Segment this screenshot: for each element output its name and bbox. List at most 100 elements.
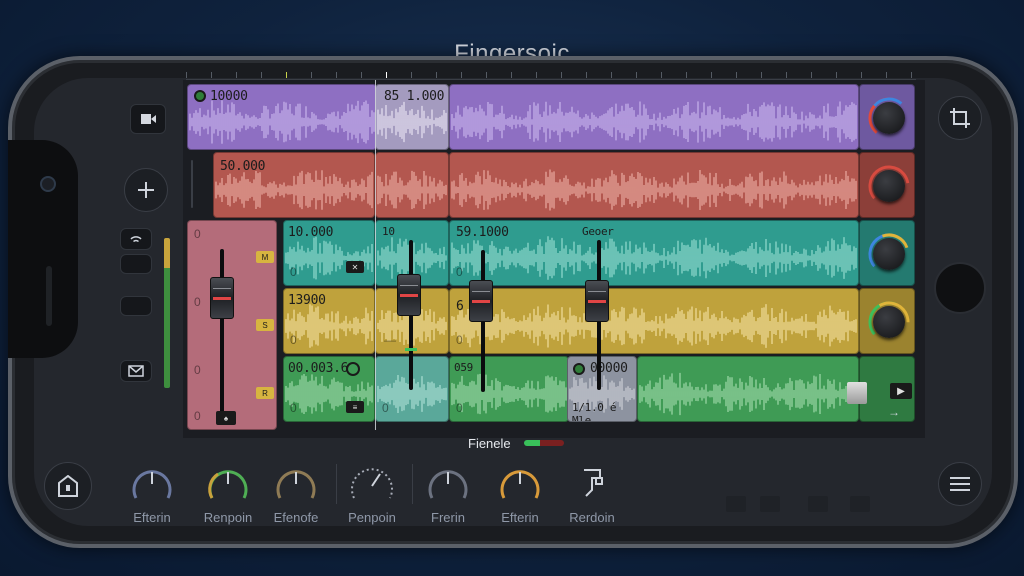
audio-clip[interactable]: 10000: [187, 84, 377, 150]
effect-dial-4[interactable]: Penpoin: [342, 462, 402, 532]
audio-clip[interactable]: 10.000 0 ✕: [283, 220, 375, 286]
status-meter: [524, 440, 564, 446]
fader-3[interactable]: [585, 280, 609, 322]
home-button[interactable]: [44, 462, 92, 510]
film-icon: [141, 114, 156, 124]
clip-label: 00000: [590, 361, 628, 376]
solo-icon[interactable]: S: [256, 319, 274, 331]
clip-zero: 0: [290, 401, 297, 415]
ruler-tick: [711, 72, 712, 78]
track-2-handle[interactable]: [191, 160, 193, 208]
dial-label: Efenofe: [273, 510, 319, 525]
audio-clip[interactable]: 50.000: [213, 152, 375, 218]
dial-label: Penpoin: [348, 510, 396, 525]
fader-1[interactable]: [397, 274, 421, 316]
effect-dial-6[interactable]: Efterin: [490, 462, 550, 532]
loop-icon[interactable]: [346, 362, 360, 376]
clip-zero: 0: [290, 333, 297, 347]
x-icon[interactable]: ✕: [346, 261, 364, 273]
clip-label: 00.003.6: [288, 361, 349, 376]
audio-clip[interactable]: 59.1000 Geoer 0: [449, 220, 859, 286]
film-icon-button[interactable]: [130, 104, 166, 134]
spade-icon[interactable]: ♠: [216, 411, 236, 425]
slot-button-1[interactable]: [120, 254, 152, 274]
ruler-tick: [786, 72, 787, 78]
ruler-tick: [736, 72, 737, 78]
track-4-knob[interactable]: [867, 300, 911, 344]
camera-icon: [40, 176, 56, 192]
audio-clip[interactable]: 059 0: [449, 356, 569, 422]
placeholder-square: [850, 496, 870, 512]
playhead[interactable]: [375, 80, 376, 430]
ruler-tick: [511, 72, 512, 78]
timeline-ruler[interactable]: [186, 70, 916, 80]
mail-button[interactable]: [120, 360, 152, 382]
audio-clip[interactable]: 00.003.6 0 ≡: [283, 356, 375, 422]
menu-button[interactable]: [938, 462, 982, 506]
wifi-button[interactable]: [120, 228, 152, 250]
audio-clip[interactable]: [449, 152, 859, 218]
mute-icon[interactable]: M: [256, 251, 274, 263]
effect-dial-2[interactable]: Renpoin: [198, 462, 258, 532]
clip-label: 6: [456, 299, 464, 314]
channel-label: 0: [194, 363, 201, 377]
play-icon[interactable]: ▶: [890, 383, 912, 399]
track-5-fader[interactable]: [847, 382, 867, 404]
ruler-tick: [911, 72, 912, 78]
effect-tool[interactable]: Rerdoin: [562, 462, 622, 532]
clip-zero: 0: [456, 265, 463, 279]
envelope-icon: [128, 365, 144, 377]
dial-label: Efterin: [133, 510, 171, 525]
audio-clip-selected[interactable]: 85 1.000: [375, 84, 449, 150]
add-track-button[interactable]: [124, 168, 168, 212]
effect-dial-5[interactable]: Frerin: [418, 462, 478, 532]
clip-label: 10: [382, 225, 395, 238]
channel-fader[interactable]: [210, 277, 234, 319]
ruler-tick: [411, 72, 412, 78]
clip-label: 13900: [288, 293, 326, 308]
track-2: 50.000: [183, 152, 925, 218]
effect-dial-1[interactable]: Efterin: [122, 462, 182, 532]
track-5: 00.003.6 0 ≡ 0 059 0 00000 1/1.0 é Mle ▶…: [183, 356, 925, 422]
ruler-tick: [311, 72, 312, 78]
audio-clip[interactable]: 13900 0: [283, 288, 375, 354]
clip-label: 10.000: [288, 225, 334, 240]
clip-label: 85 1.000: [384, 89, 445, 104]
ruler-tick: [836, 72, 837, 78]
clip-zero: 0: [290, 265, 297, 279]
effect-dial-3[interactable]: Efenofe: [266, 462, 326, 532]
ruler-tick: [861, 72, 862, 78]
ruler-tick: [761, 72, 762, 78]
clip-label: 59.1000: [456, 225, 509, 240]
track-2-knob[interactable]: [867, 164, 911, 208]
clip-label: 1/1.0 é Mle: [572, 401, 617, 422]
record-icon: [573, 363, 585, 375]
ruler-tick: [636, 72, 637, 78]
track-1-knob[interactable]: [867, 96, 911, 140]
slot-button-2[interactable]: [120, 296, 152, 316]
audio-clip[interactable]: [449, 84, 859, 150]
audio-clip[interactable]: [375, 152, 449, 218]
ruler-tick: [461, 72, 462, 78]
channel-fader-rail[interactable]: [220, 249, 224, 419]
channel-label: 0: [194, 227, 201, 241]
placeholder-square: [726, 496, 746, 512]
ruler-tick: [361, 72, 362, 78]
fader-2[interactable]: [469, 280, 493, 322]
audio-clip-selected[interactable]: 00000 1/1.0 é Mle: [567, 356, 637, 422]
arm-icon[interactable]: R: [256, 387, 274, 399]
ruler-tick: [261, 72, 262, 78]
ruler-tick: [611, 72, 612, 78]
audio-clip[interactable]: 6 0: [449, 288, 859, 354]
record-icon: [194, 90, 206, 102]
track-area: 10000 85 1.000 50.000 10.000 0 ✕ 10 59.1…: [183, 80, 925, 438]
ruler-tick: [586, 72, 587, 78]
crop-button[interactable]: [938, 96, 982, 140]
fader-indicator: [405, 348, 417, 351]
list-icon[interactable]: ≡: [346, 401, 364, 413]
ruler-tick: [561, 72, 562, 78]
track-3-knob[interactable]: [867, 232, 911, 276]
audio-clip[interactable]: [637, 356, 859, 422]
plus-icon: [138, 182, 154, 198]
home-icon: [58, 475, 78, 497]
